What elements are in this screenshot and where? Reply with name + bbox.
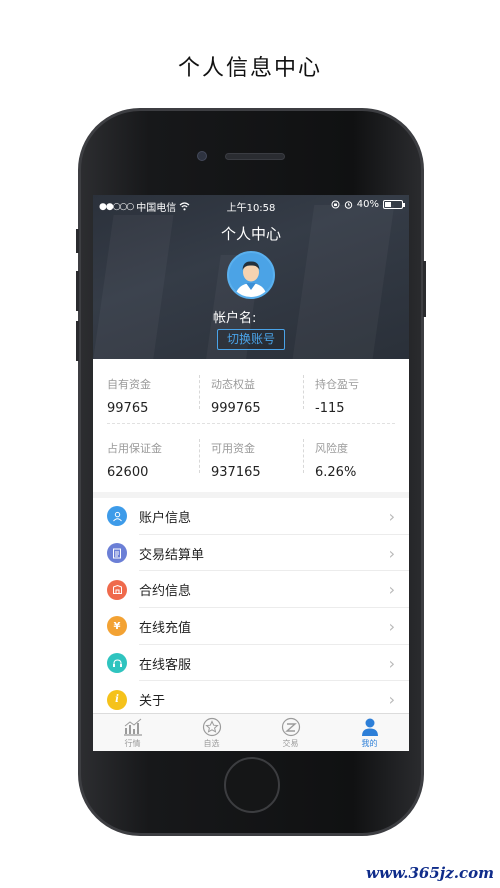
- statement-icon: [107, 543, 127, 564]
- header-title: 个人中心: [220, 225, 281, 243]
- account-stats: 自有资金 99765 动态权益 999765 持仓盈亏 -115 占用保证金 6…: [93, 359, 409, 492]
- tab-market[interactable]: 行情: [93, 714, 172, 751]
- stat-dynamic-equity: 动态权益 999765: [211, 378, 261, 416]
- home-button[interactable]: [224, 757, 280, 813]
- tab-bar: 行情 自选 交易 我的: [93, 713, 409, 751]
- chevron-right-icon: ›: [388, 543, 395, 563]
- page-title: 个人信息中心: [177, 56, 322, 81]
- account-name-label: 帐户名:: [213, 311, 257, 326]
- chevron-right-icon: ›: [388, 506, 395, 526]
- lock-rotation-icon: [331, 200, 340, 209]
- user-icon: [107, 506, 127, 527]
- settings-menu: 账户信息 › 交易结算单 › 合约信息 › ¥ 在线充值 › 在线客服 › i …: [93, 498, 409, 719]
- status-bar: ●●○○○ 中国电信 上午10:58 40%: [93, 195, 409, 215]
- info-icon: i: [107, 689, 127, 710]
- battery-icon: [383, 200, 405, 209]
- tab-mine[interactable]: 我的: [330, 714, 409, 751]
- stat-risk-level: 风险度 6.26%: [315, 442, 357, 480]
- chart-icon: [123, 718, 142, 736]
- menu-item-statement[interactable]: 交易结算单 ›: [93, 535, 409, 572]
- stat-available-funds: 可用资金 937165: [211, 442, 261, 480]
- tab-trade[interactable]: 交易: [251, 714, 330, 751]
- yuan-icon: ¥: [107, 616, 127, 637]
- menu-item-customer-service[interactable]: 在线客服 ›: [93, 645, 409, 682]
- stat-position-pnl: 持仓盈亏 -115: [315, 378, 359, 416]
- menu-item-online-recharge[interactable]: ¥ 在线充值 ›: [93, 608, 409, 645]
- chevron-right-icon: ›: [388, 690, 395, 710]
- battery-percent: 40%: [356, 199, 379, 210]
- speaker-grille: [225, 153, 285, 160]
- stat-own-funds: 自有资金 99765: [107, 378, 151, 416]
- contract-icon: [107, 579, 127, 600]
- phone-frame: ●●○○○ 中国电信 上午10:58 40% 个人中心 帐户名: 切换账号 自有…: [76, 108, 426, 836]
- stat-margin-used: 占用保证金 62600: [107, 442, 162, 480]
- tab-watchlist[interactable]: 自选: [172, 714, 251, 751]
- profile-header: ●●○○○ 中国电信 上午10:58 40% 个人中心 帐户名: 切换账号: [93, 195, 409, 359]
- star-icon: [202, 717, 221, 737]
- avatar[interactable]: [227, 251, 275, 299]
- chevron-right-icon: ›: [388, 653, 395, 673]
- app-screen: ●●○○○ 中国电信 上午10:58 40% 个人中心 帐户名: 切换账号 自有…: [93, 195, 409, 751]
- chevron-right-icon: ›: [388, 580, 395, 600]
- person-icon: [361, 718, 378, 736]
- menu-item-contract-info[interactable]: 合约信息 ›: [93, 571, 409, 608]
- chevron-right-icon: ›: [388, 616, 395, 636]
- camera-icon: [197, 151, 207, 161]
- switch-account-button[interactable]: 切换账号: [217, 329, 285, 350]
- trade-icon: [281, 717, 300, 737]
- service-icon: [107, 653, 127, 674]
- alarm-icon: [344, 201, 352, 209]
- watermark: www.365jz.com: [366, 864, 494, 882]
- menu-item-account-info[interactable]: 账户信息 ›: [93, 498, 409, 535]
